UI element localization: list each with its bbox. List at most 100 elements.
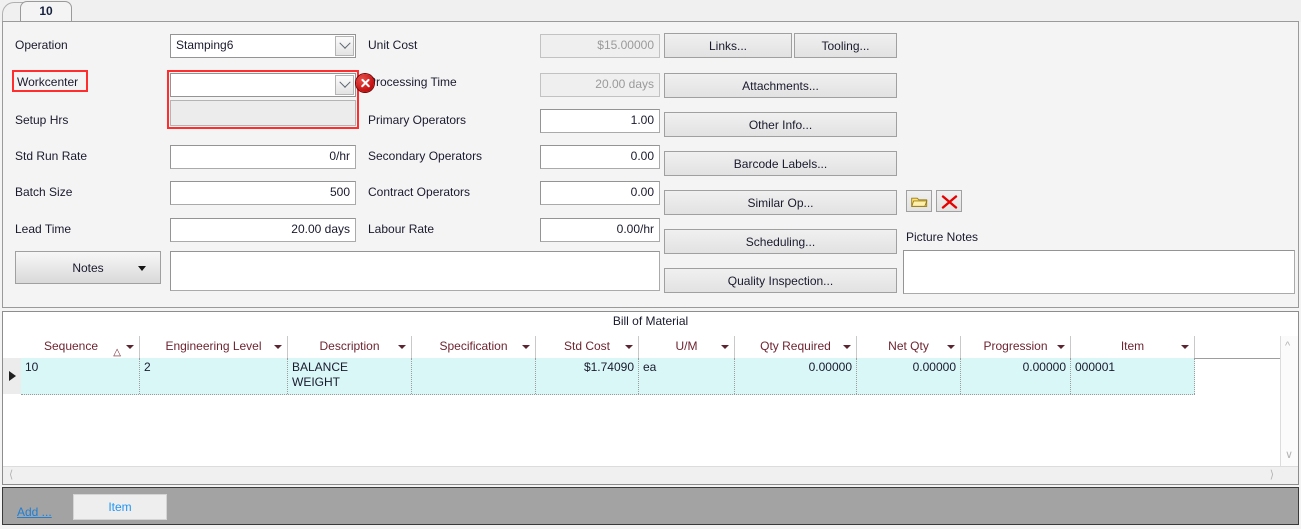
- column-header-std-cost[interactable]: Std Cost: [536, 336, 639, 358]
- cell-sequence: 10: [21, 358, 140, 394]
- label-unit-cost: Unit Cost: [368, 38, 418, 52]
- folder-open-icon: [911, 197, 928, 207]
- grid-title: Bill of Material: [612, 314, 689, 328]
- filter-icon[interactable]: [843, 345, 851, 349]
- column-header-std-cost-label: Std Cost: [563, 339, 611, 353]
- bottom-tab-bar: Add ... Item: [2, 487, 1299, 525]
- cell-description: BALANCE WEIGHT: [288, 358, 412, 394]
- grid-horizontal-scrollbar[interactable]: ⟨ ⟩: [3, 466, 1298, 484]
- picture-notes-input[interactable]: [903, 250, 1295, 294]
- contract-operators-input[interactable]: 0.00: [540, 181, 660, 205]
- scroll-left-icon[interactable]: ⟨: [9, 470, 13, 481]
- column-header-sequence[interactable]: Sequence △: [3, 336, 140, 358]
- table-row[interactable]: 10 2 BALANCE WEIGHT $1.74090 ea 0.00000 …: [21, 358, 1195, 395]
- quality-inspection-button[interactable]: Quality Inspection...: [664, 268, 897, 293]
- filter-icon[interactable]: [398, 345, 406, 349]
- label-batch-size: Batch Size: [15, 185, 73, 199]
- grid-vertical-scrollbar[interactable]: ^ ∨: [1280, 336, 1298, 467]
- column-header-item[interactable]: Item: [1071, 336, 1195, 358]
- chevron-down-icon[interactable]: [335, 36, 354, 56]
- column-header-net-qty[interactable]: Net Qty: [857, 336, 961, 358]
- similar-op-button[interactable]: Similar Op...: [664, 190, 897, 215]
- notes-button[interactable]: Notes: [15, 251, 161, 284]
- processing-time-input: 20.00 days: [540, 73, 660, 97]
- column-header-qty-required[interactable]: Qty Required: [735, 336, 857, 358]
- notes-button-label: Notes: [72, 261, 104, 275]
- label-contract-operators: Contract Operators: [368, 185, 471, 199]
- label-secondary-operators: Secondary Operators: [368, 149, 483, 163]
- bill-of-material-grid: Bill of Material Sequence △ Engineering …: [2, 311, 1299, 485]
- current-row-indicator-icon: [9, 371, 16, 381]
- operation-combo[interactable]: Stamping6: [170, 34, 356, 58]
- tab-operation-10[interactable]: 10: [20, 1, 72, 22]
- column-header-engineering-level[interactable]: Engineering Level: [140, 336, 288, 358]
- sort-ascending-icon: △: [113, 347, 121, 358]
- cell-um: ea: [639, 358, 735, 394]
- setup-hrs-input[interactable]: [170, 100, 356, 126]
- operation-combo-value: Stamping6: [176, 38, 234, 52]
- filter-icon[interactable]: [1181, 345, 1189, 349]
- lead-time-input[interactable]: 20.00 days: [170, 218, 356, 242]
- top-tab-strip: 10: [0, 0, 1301, 23]
- cell-std-cost: $1.74090: [536, 358, 639, 394]
- filter-icon[interactable]: [1057, 345, 1065, 349]
- label-labour-rate: Labour Rate: [368, 222, 435, 236]
- cell-net-qty: 0.00000: [857, 358, 961, 394]
- label-picture-notes: Picture Notes: [906, 230, 979, 244]
- barcode-labels-button[interactable]: Barcode Labels...: [664, 151, 897, 176]
- grid-header-row: Sequence △ Engineering Level Description…: [3, 336, 1298, 359]
- cell-qty-required: 0.00000: [735, 358, 857, 394]
- label-lead-time: Lead Time: [15, 222, 72, 236]
- column-header-sequence-label: Sequence: [43, 339, 99, 353]
- operation-form-panel: Operation Workcenter Setup Hrs Std Run R…: [2, 21, 1299, 308]
- attachments-button[interactable]: Attachments...: [664, 73, 897, 98]
- filter-icon[interactable]: [947, 345, 955, 349]
- filter-icon[interactable]: [721, 345, 729, 349]
- filter-icon[interactable]: [625, 345, 633, 349]
- other-info-button[interactable]: Other Info...: [664, 112, 897, 137]
- filter-icon[interactable]: [274, 345, 282, 349]
- chevron-down-icon[interactable]: [335, 75, 354, 95]
- labour-rate-input[interactable]: 0.00/hr: [540, 218, 660, 242]
- filter-icon[interactable]: [126, 345, 134, 349]
- label-workcenter: Workcenter: [17, 75, 79, 89]
- column-header-net-qty-label: Net Qty: [888, 339, 929, 353]
- label-primary-operators: Primary Operators: [368, 113, 467, 127]
- column-header-qty-required-label: Qty Required: [760, 339, 831, 353]
- secondary-operators-input[interactable]: 0.00: [540, 145, 660, 169]
- cell-engineering-level: 2: [140, 358, 288, 394]
- scroll-right-icon[interactable]: ⟩: [1270, 470, 1274, 481]
- tab-item[interactable]: Item: [73, 494, 167, 520]
- close-icon: [941, 195, 958, 209]
- operation-detail-window: 10 Operation Workcenter Setup Hrs Std Ru…: [0, 0, 1301, 529]
- remove-picture-button[interactable]: [936, 190, 962, 212]
- cell-progression: 0.00000: [961, 358, 1071, 394]
- tooling-button[interactable]: Tooling...: [794, 33, 897, 58]
- column-header-progression[interactable]: Progression: [961, 336, 1071, 358]
- primary-operators-input[interactable]: 1.00: [540, 109, 660, 133]
- notes-input[interactable]: [170, 251, 660, 291]
- label-setup-hrs: Setup Hrs: [15, 113, 69, 127]
- std-run-rate-input[interactable]: 0/hr: [170, 145, 356, 169]
- column-header-um[interactable]: U/M: [639, 336, 735, 358]
- filter-icon[interactable]: [522, 345, 530, 349]
- scroll-up-icon[interactable]: ^: [1285, 341, 1290, 352]
- batch-size-input[interactable]: 500: [170, 181, 356, 205]
- chevron-down-icon: [138, 265, 146, 271]
- column-header-description-label: Description: [319, 339, 380, 353]
- label-std-run-rate: Std Run Rate: [15, 149, 88, 163]
- column-header-description[interactable]: Description: [288, 336, 412, 358]
- scheduling-button[interactable]: Scheduling...: [664, 229, 897, 254]
- add-link[interactable]: Add ...: [17, 505, 52, 519]
- workcenter-combo[interactable]: [170, 73, 356, 97]
- row-selector[interactable]: [3, 358, 22, 394]
- attach-picture-button[interactable]: [906, 190, 932, 212]
- label-operation: Operation: [15, 38, 68, 52]
- column-header-specification[interactable]: Specification: [412, 336, 536, 358]
- links-button[interactable]: Links...: [664, 33, 792, 58]
- cell-specification: [412, 358, 536, 394]
- cell-item: 000001: [1071, 358, 1195, 394]
- unit-cost-input: $15.00000: [540, 34, 660, 58]
- column-header-um-label: U/M: [675, 339, 698, 353]
- scroll-down-icon[interactable]: ∨: [1285, 450, 1293, 461]
